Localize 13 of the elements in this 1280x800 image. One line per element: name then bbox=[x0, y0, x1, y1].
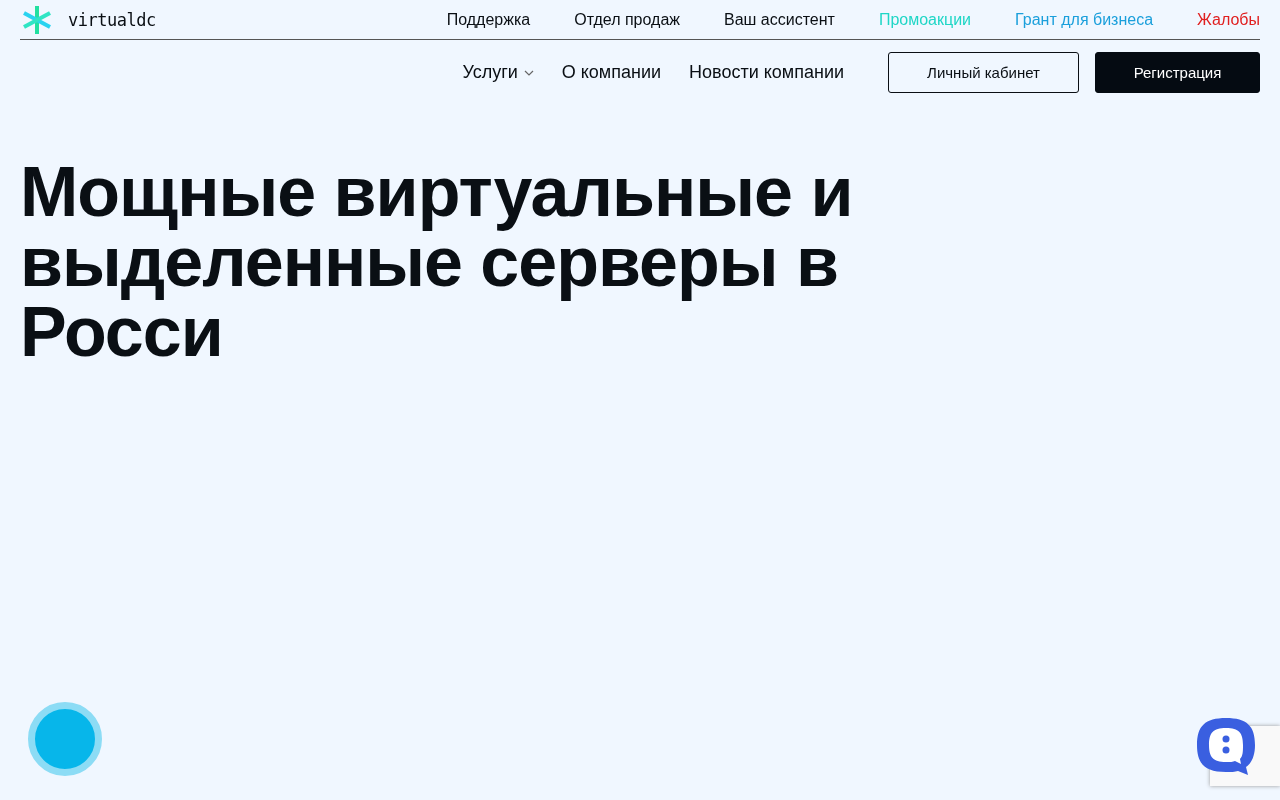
nav-link[interactable]: О компании bbox=[561, 62, 662, 83]
top-nav-link[interactable]: Отдел продаж bbox=[574, 10, 680, 29]
top-nav-link[interactable]: Поддержка bbox=[446, 10, 531, 29]
top-nav-link[interactable]: Ваш ассистент bbox=[724, 10, 835, 29]
nav-link[interactable]: Услуги bbox=[462, 62, 534, 83]
snowflake-logo-icon[interactable] bbox=[20, 3, 54, 36]
top-nav-link[interactable]: Жалобы bbox=[1197, 10, 1260, 29]
register-button[interactable]: Регистрация bbox=[1095, 52, 1260, 93]
hero-heading: Мощные виртуальные и выделенные серверы в Росси bbox=[20, 157, 854, 367]
logo-text[interactable]: virtualdc bbox=[68, 9, 156, 30]
nav-link[interactable]: Новости компании bbox=[689, 62, 844, 83]
chat-bubble-icon[interactable] bbox=[1195, 716, 1257, 776]
account-button[interactable]: Личный кабинет bbox=[888, 52, 1079, 93]
